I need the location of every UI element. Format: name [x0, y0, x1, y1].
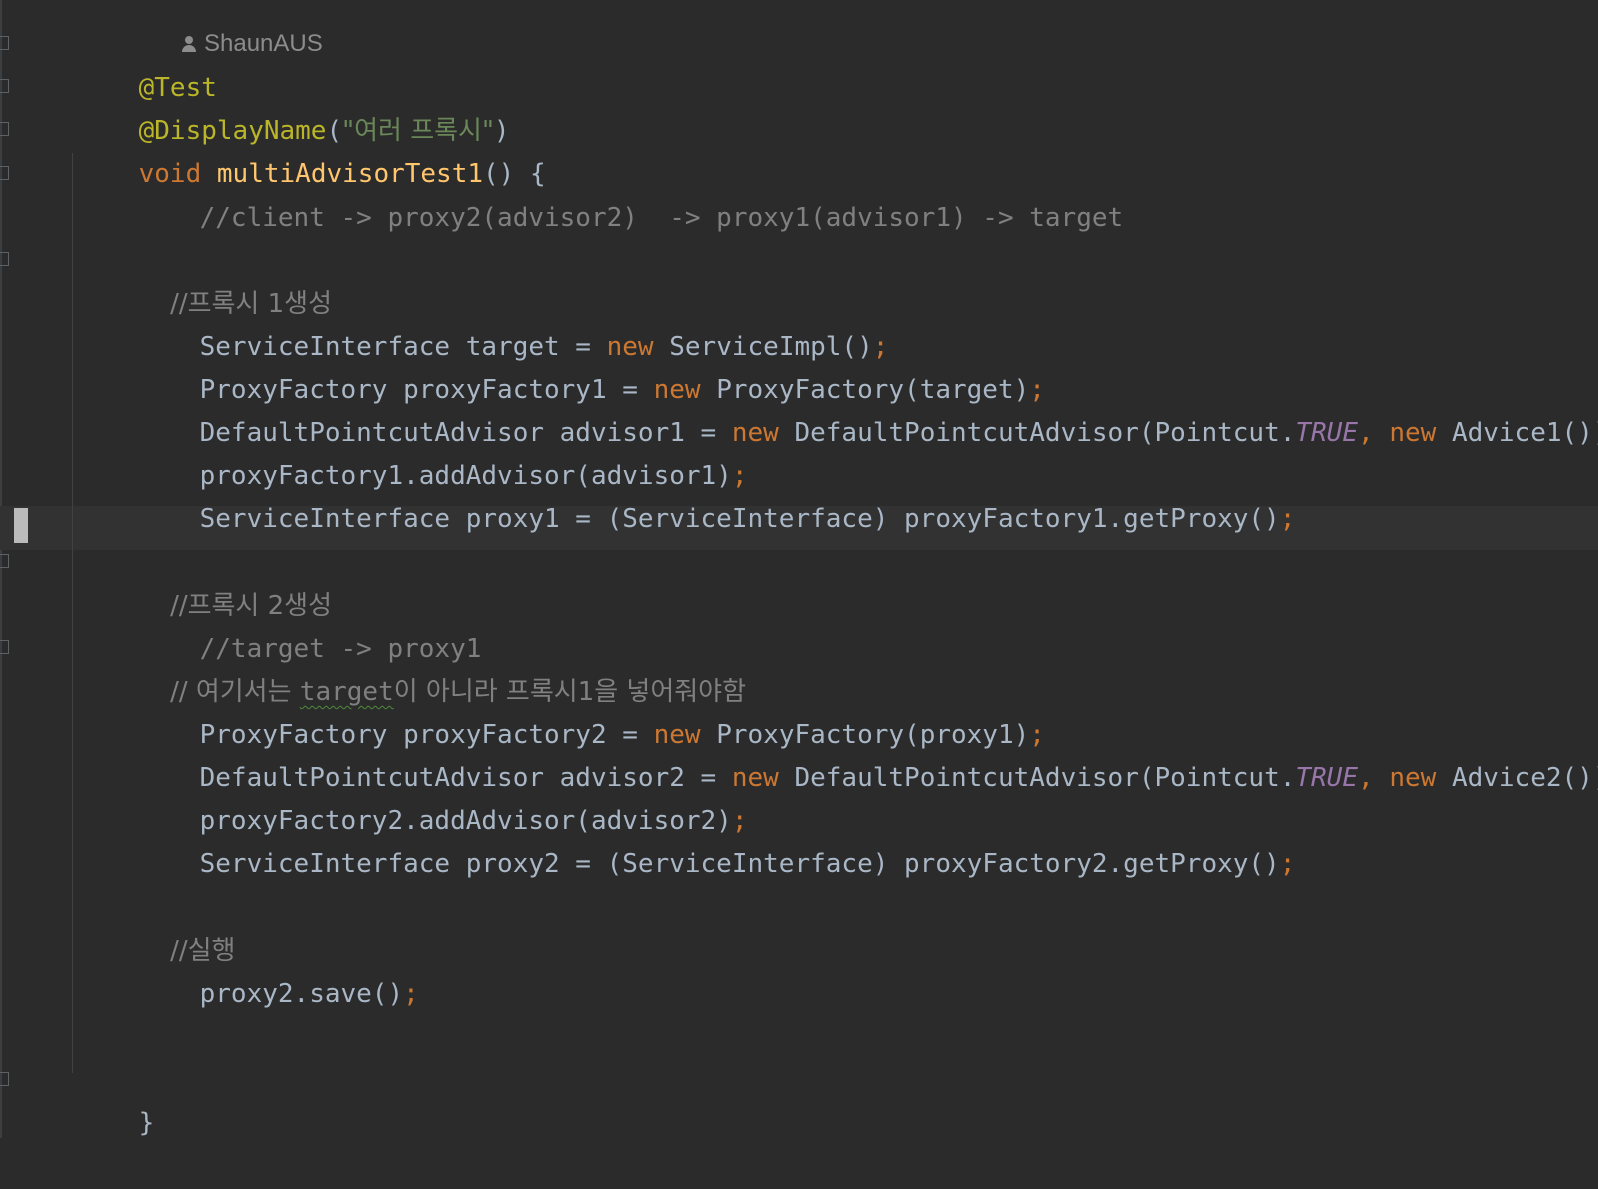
code-line[interactable]: proxy2.save();	[137, 928, 419, 1009]
code-text: ServiceInterface proxy2 = (ServiceInterf…	[199, 849, 1280, 879]
code-text: DefaultPointcutAdvisor(Pointcut.	[794, 418, 1296, 448]
code-line[interactable]: }	[76, 1057, 155, 1138]
semicolon: ;	[403, 979, 419, 1009]
code-line[interactable]: DefaultPointcutAdvisor advisor2 = new De…	[137, 712, 1598, 793]
code-line[interactable]: //실행	[137, 885, 235, 966]
author-hint[interactable]: ShaunAUS	[180, 22, 323, 66]
code-text: Advice1())	[1451, 418, 1598, 448]
fold-marker-icon[interactable]	[0, 640, 9, 654]
code-line[interactable]: ServiceInterface proxy2 = (ServiceInterf…	[137, 798, 1296, 879]
caret-marker	[14, 508, 28, 543]
code-editor[interactable]: @Test ShaunAUS @DisplayName("여러 프록시") vo…	[0, 0, 1598, 1138]
fold-marker-icon[interactable]	[0, 166, 9, 180]
comment: //client -> proxy2(advisor2) -> proxy1(a…	[199, 203, 1124, 233]
indent-guide	[72, 153, 73, 1073]
code-text: ServiceInterface proxy1 = (ServiceInterf…	[199, 504, 1280, 534]
author-name: ShaunAUS	[204, 30, 323, 57]
code-line[interactable]: // 여기서는 target이 아니라 프록시1을 넣어줘야함	[137, 626, 746, 707]
constant-true: TRUE	[1295, 763, 1358, 793]
fold-marker-icon[interactable]	[0, 252, 9, 266]
code-text: proxy2.save()	[199, 979, 404, 1009]
closing-brace: }	[138, 1108, 155, 1138]
code-line[interactable]: ProxyFactory proxyFactory2 = new ProxyFa…	[137, 669, 1045, 750]
code-line[interactable]: //프록시 1생성	[137, 238, 332, 319]
fold-marker-icon[interactable]	[0, 79, 9, 93]
fold-marker-icon[interactable]	[0, 36, 9, 50]
code-line[interactable]: ServiceInterface proxy1 = (ServiceInterf…	[137, 453, 1296, 534]
keyword-new: new	[1389, 418, 1437, 448]
user-icon	[180, 35, 198, 53]
comma: ,	[1358, 418, 1390, 448]
code-line[interactable]: ProxyFactory proxyFactory1 = new ProxyFa…	[137, 324, 1045, 405]
code-text: DefaultPointcutAdvisor(Pointcut.	[794, 763, 1296, 793]
code-line[interactable]: void multiAdvisorTest1() {	[76, 108, 546, 189]
comma: ,	[1358, 763, 1390, 793]
code-line[interactable]: proxyFactory1.addAdvisor(advisor1);	[137, 410, 748, 491]
code-line[interactable]: ServiceInterface target = new ServiceImp…	[137, 281, 889, 362]
code-line[interactable]: //client -> proxy2(advisor2) -> proxy1(a…	[137, 152, 1124, 233]
keyword-new: new	[1389, 763, 1437, 793]
code-line[interactable]: DefaultPointcutAdvisor advisor1 = new De…	[137, 367, 1598, 448]
semicolon: ;	[1279, 849, 1296, 879]
semicolon: ;	[1279, 504, 1296, 534]
fold-marker-icon[interactable]	[0, 554, 9, 568]
constant-true: TRUE	[1295, 418, 1358, 448]
code-line[interactable]: @DisplayName("여러 프록시")	[76, 65, 510, 146]
code-line[interactable]: proxyFactory2.addAdvisor(advisor2);	[137, 755, 748, 836]
fold-marker-icon[interactable]	[0, 1072, 9, 1086]
fold-marker-icon[interactable]	[0, 122, 9, 136]
code-line[interactable]: //target -> proxy1	[137, 583, 482, 664]
code-text: Advice2())	[1451, 763, 1598, 793]
code-line[interactable]: //프록시 2생성	[137, 540, 332, 621]
